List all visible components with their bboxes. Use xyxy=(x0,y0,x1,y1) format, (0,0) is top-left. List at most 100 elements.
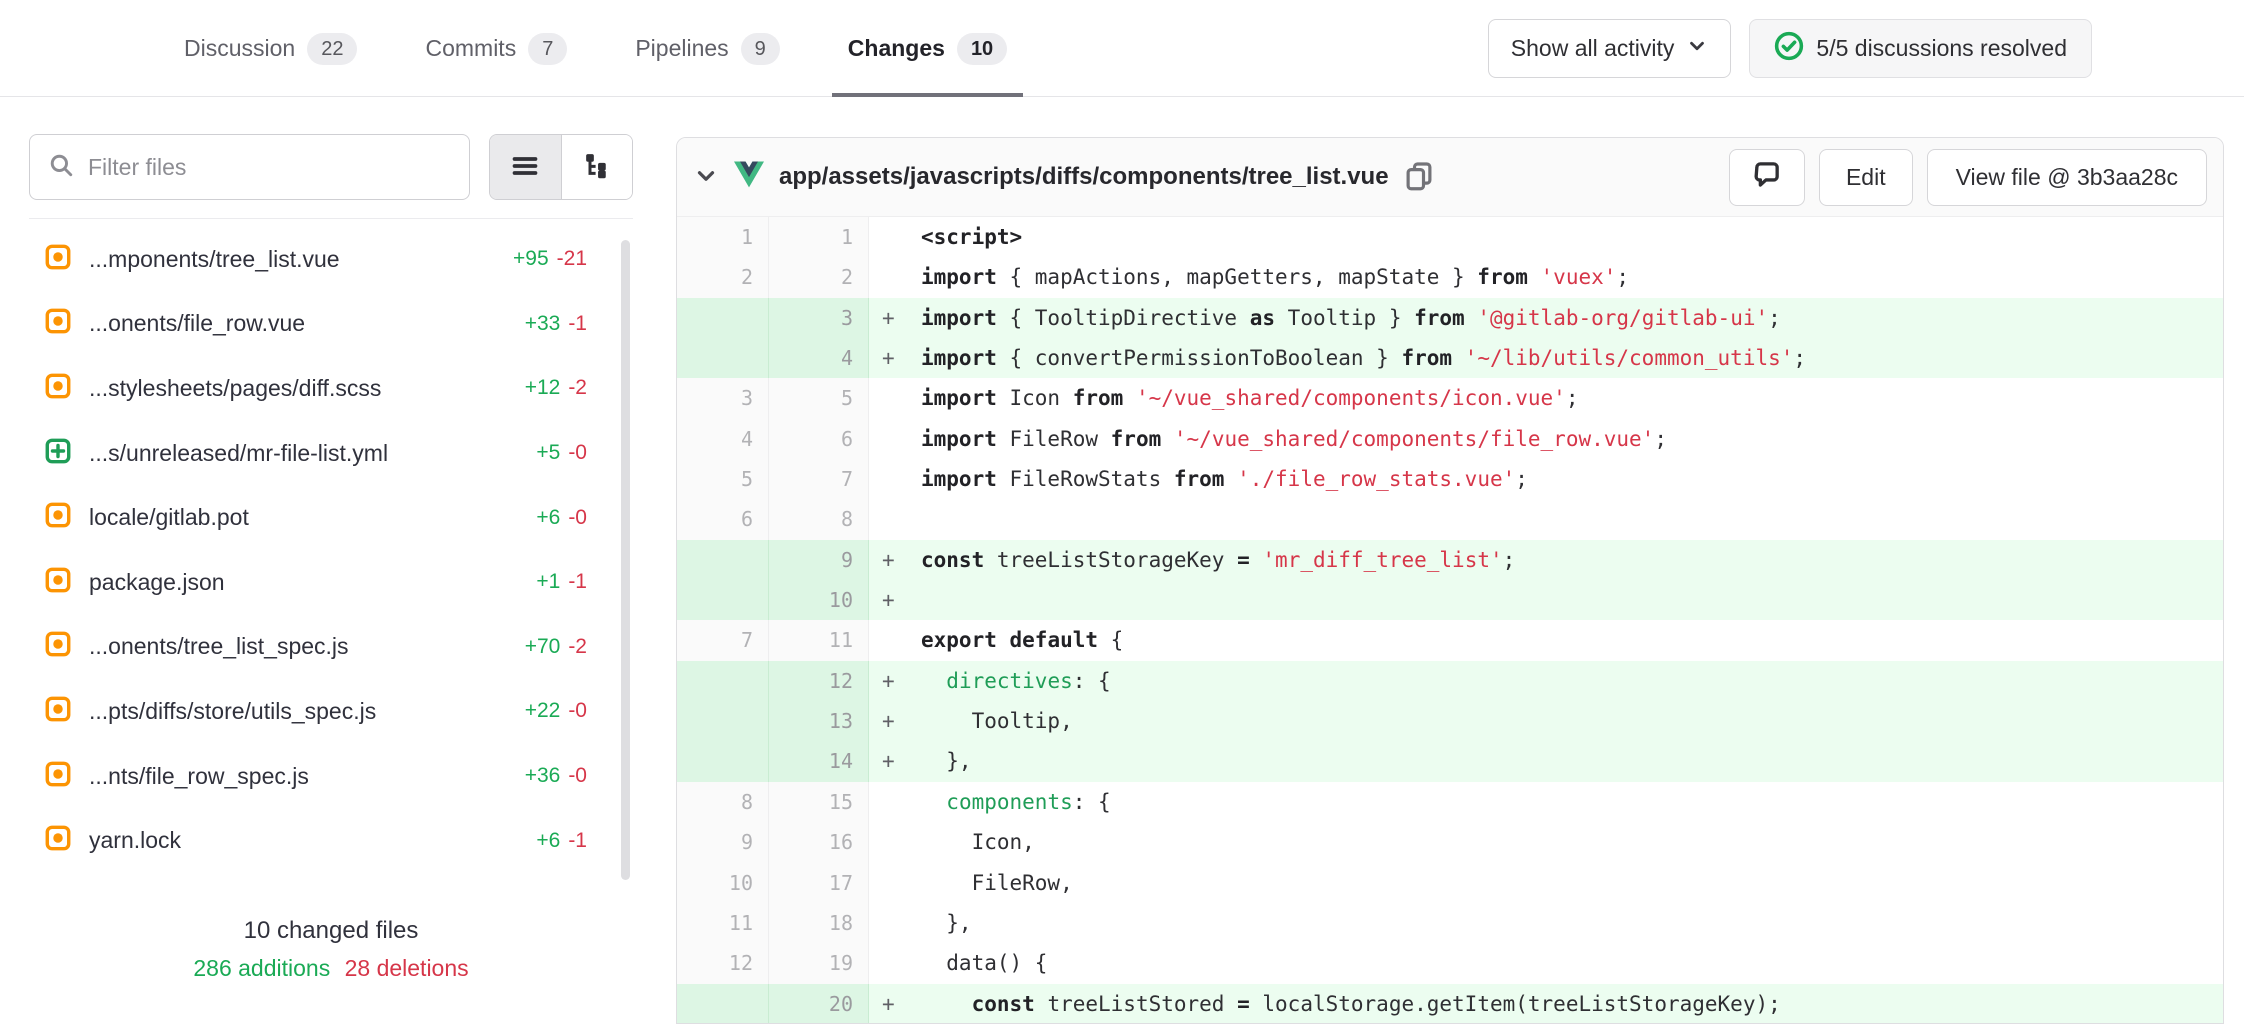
tab-commits[interactable]: Commits7 xyxy=(425,0,567,97)
tab-count-badge: 22 xyxy=(307,33,357,65)
diff-file-header: app/assets/javascripts/diffs/components/… xyxy=(677,138,2223,217)
file-list-item[interactable]: package.json+1-1 xyxy=(29,550,633,615)
discussions-resolved-button[interactable]: 5/5 discussions resolved xyxy=(1749,19,2092,78)
old-line-number: 5 xyxy=(677,459,769,499)
old-line-number xyxy=(677,701,769,741)
diff-line-added[interactable]: 10+ xyxy=(677,580,2223,620)
diff-line-added[interactable]: 20+ const treeListStored = localStorage.… xyxy=(677,984,2223,1024)
file-list-item[interactable]: ...pts/diffs/store/utils_spec.js+22-0 xyxy=(29,679,633,744)
new-line-number: 18 xyxy=(769,903,869,943)
old-line-number: 3 xyxy=(677,378,769,418)
diff-line-context[interactable]: 1017 FileRow, xyxy=(677,863,2223,903)
diff-line-context[interactable]: 46import FileRow from '~/vue_shared/comp… xyxy=(677,419,2223,459)
file-list-item[interactable]: ...stylesheets/pages/diff.scss+12-2 xyxy=(29,356,633,421)
filter-files-input[interactable] xyxy=(88,154,451,181)
deletions-count: -0 xyxy=(568,764,587,787)
tree-view-button[interactable] xyxy=(561,135,633,199)
diff-line-context[interactable]: 22import { mapActions, mapGetters, mapSt… xyxy=(677,257,2223,297)
code-line-content: + const treeListStored = localStorage.ge… xyxy=(869,984,2223,1024)
diff-files-sidebar: ...mponents/tree_list.vue+95-21...onents… xyxy=(29,134,633,1024)
diff-line-added[interactable]: 9+const treeListStorageKey = 'mr_diff_tr… xyxy=(677,540,2223,580)
file-diff-stats: +22-0 xyxy=(525,699,587,723)
changed-file-list: ...mponents/tree_list.vue+95-21...onents… xyxy=(29,218,633,873)
additions-count: +5 xyxy=(536,441,560,464)
view-file-button[interactable]: View file @ 3b3aa28c xyxy=(1927,149,2207,206)
diff-line-context[interactable]: 1118 }, xyxy=(677,903,2223,943)
additions-count: +6 xyxy=(536,829,560,852)
file-header-actions: Edit View file @ 3b3aa28c xyxy=(1729,149,2207,206)
file-modified-icon xyxy=(45,696,71,727)
file-list-item[interactable]: yarn.lock+6-1 xyxy=(29,808,633,873)
diff-file-panel: app/assets/javascripts/diffs/components/… xyxy=(676,137,2224,1024)
new-line-number: 13 xyxy=(769,701,869,741)
top-actions: Show all activity 5/5 discussions resolv… xyxy=(1488,19,2092,78)
old-line-number: 4 xyxy=(677,419,769,459)
vue-file-icon xyxy=(734,161,764,193)
file-filter-box xyxy=(29,134,470,200)
added-line-marker: + xyxy=(882,701,895,741)
diff-line-context[interactable]: 35import Icon from '~/vue_shared/compone… xyxy=(677,378,2223,418)
diff-line-context[interactable]: 1219 data() { xyxy=(677,943,2223,983)
collapse-file-button[interactable] xyxy=(693,163,719,192)
list-view-button[interactable] xyxy=(490,135,561,199)
diff-line-added[interactable]: 13+ Tooltip, xyxy=(677,701,2223,741)
chevron-down-icon xyxy=(693,163,719,192)
file-diff-stats: +95-21 xyxy=(513,247,587,271)
file-modified-icon xyxy=(45,373,71,404)
file-list-item[interactable]: ...mponents/tree_list.vue+95-21 xyxy=(29,227,633,292)
toggle-comments-button[interactable] xyxy=(1729,149,1805,206)
edit-file-button[interactable]: Edit xyxy=(1819,149,1913,206)
code-line-content: import FileRowStats from './file_row_sta… xyxy=(869,459,2223,499)
file-list-item[interactable]: ...nts/file_row_spec.js+36-0 xyxy=(29,744,633,809)
activity-filter-dropdown[interactable]: Show all activity xyxy=(1488,19,1732,78)
file-list-item[interactable]: ...onents/tree_list_spec.js+70-2 xyxy=(29,615,633,680)
file-list-item[interactable]: ...onents/file_row.vue+33-1 xyxy=(29,292,633,357)
diff-line-added[interactable]: 3+import { TooltipDirective as Tooltip }… xyxy=(677,298,2223,338)
diff-line-added[interactable]: 4+import { convertPermissionToBoolean } … xyxy=(677,338,2223,378)
code-line-content: + Tooltip, xyxy=(869,701,2223,741)
tab-count-badge: 10 xyxy=(957,33,1007,65)
old-line-number xyxy=(677,661,769,701)
deletions-count: -2 xyxy=(568,635,587,658)
deletions-count: -21 xyxy=(557,247,587,270)
deletions-count: -1 xyxy=(568,829,587,852)
file-list-item[interactable]: locale/gitlab.pot+6-0 xyxy=(29,485,633,550)
code-line-content: import Icon from '~/vue_shared/component… xyxy=(869,378,2223,418)
new-line-number: 7 xyxy=(769,459,869,499)
copy-path-button[interactable] xyxy=(1404,161,1434,194)
diff-line-context[interactable]: 815 components: { xyxy=(677,782,2223,822)
old-line-number: 7 xyxy=(677,620,769,660)
code-line-content: + xyxy=(869,580,2223,620)
diff-line-context[interactable]: 57import FileRowStats from './file_row_s… xyxy=(677,459,2223,499)
tab-label: Commits xyxy=(425,35,516,62)
deletions-count: -1 xyxy=(568,570,587,593)
new-line-number: 14 xyxy=(769,741,869,781)
file-name: package.json xyxy=(89,569,225,596)
new-line-number: 16 xyxy=(769,822,869,862)
file-modified-icon xyxy=(45,567,71,598)
diff-line-context[interactable]: 11<script> xyxy=(677,217,2223,257)
old-line-number: 12 xyxy=(677,943,769,983)
new-line-number: 6 xyxy=(769,419,869,459)
diff-line-added[interactable]: 14+ }, xyxy=(677,741,2223,781)
added-line-marker: + xyxy=(882,540,895,580)
tab-label: Pipelines xyxy=(635,35,728,62)
diff-line-context[interactable]: 916 Icon, xyxy=(677,822,2223,862)
old-line-number: 9 xyxy=(677,822,769,862)
tab-pipelines[interactable]: Pipelines9 xyxy=(635,0,779,97)
deletions-count: -2 xyxy=(568,376,587,399)
new-line-number: 17 xyxy=(769,863,869,903)
diff-totals: 286 additions 28 deletions xyxy=(29,955,633,982)
diff-line-context[interactable]: 711export default { xyxy=(677,620,2223,660)
sidebar-scrollbar[interactable] xyxy=(621,240,630,880)
code-line-content: components: { xyxy=(869,782,2223,822)
file-modified-icon xyxy=(45,502,71,533)
code-line-content: import FileRow from '~/vue_shared/compon… xyxy=(869,419,2223,459)
tab-changes[interactable]: Changes10 xyxy=(848,0,1007,97)
diff-summary: 10 changed files 286 additions 28 deleti… xyxy=(29,917,633,982)
diff-line-added[interactable]: 12+ directives: { xyxy=(677,661,2223,701)
file-list-item[interactable]: ...s/unreleased/mr-file-list.yml+5-0 xyxy=(29,421,633,486)
deletions-count: -0 xyxy=(568,506,587,529)
tab-discussion[interactable]: Discussion22 xyxy=(184,0,357,97)
diff-line-context[interactable]: 68 xyxy=(677,499,2223,539)
